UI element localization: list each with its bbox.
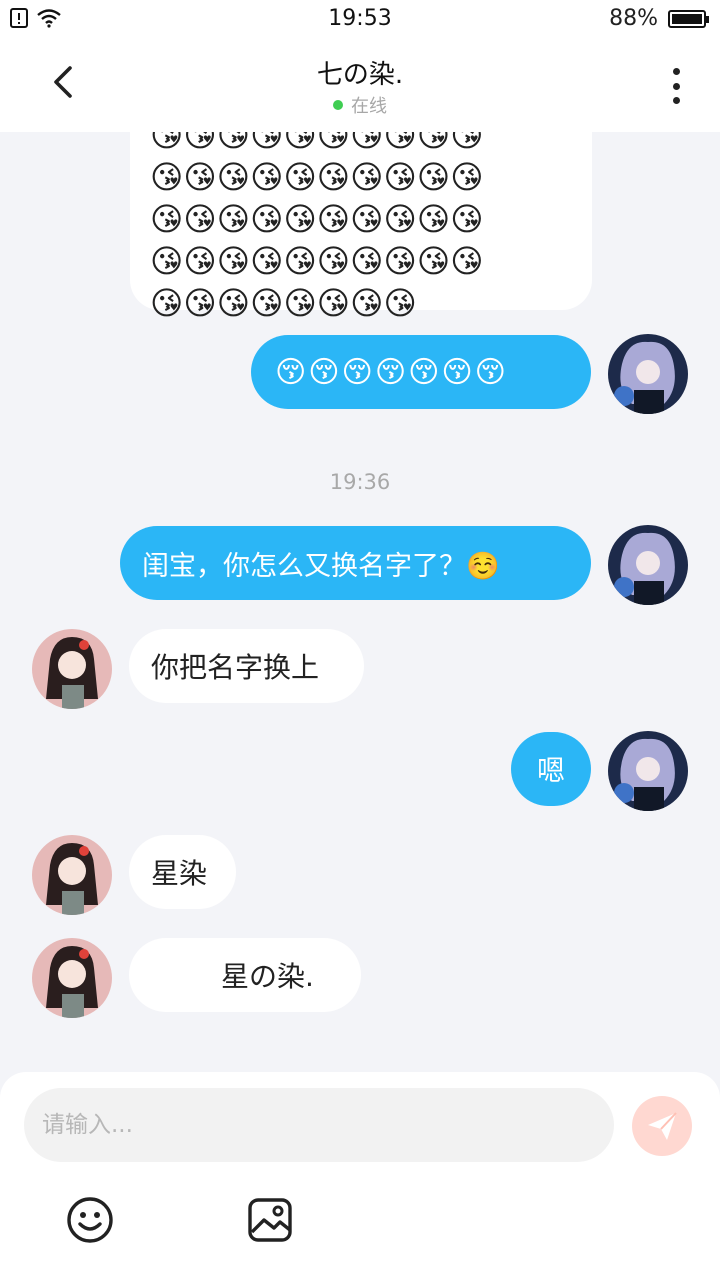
incoming-message[interactable]: 星染 — [129, 835, 236, 909]
smiley-icon — [67, 1197, 113, 1243]
emoji-row: 😘😘😘😘😘😘😘😘😘😘 — [150, 158, 484, 196]
image-button[interactable] — [246, 1196, 294, 1244]
more-button[interactable] — [670, 68, 682, 104]
outgoing-message[interactable]: 嗯 — [511, 732, 591, 806]
message-input[interactable] — [24, 1088, 614, 1162]
outgoing-message[interactable]: 😚😚😚😚😚😚😚 — [251, 335, 591, 409]
emoji-row: 😘😘😘😘😘😘😘😘 — [150, 284, 417, 322]
contact-name: 七の染. — [316, 60, 404, 90]
send-button[interactable] — [632, 1096, 692, 1156]
message-list[interactable]: 😘😘😘😘😘😘😘😘😘😘 😘😘😘😘😘😘😘😘😘😘 😘😘😘😘😘😘😘😘😘😘 😘😘😘😘😘😘😘… — [0, 132, 720, 1072]
online-dot — [333, 100, 343, 110]
contact-avatar[interactable] — [32, 629, 112, 709]
online-status: 在线 — [0, 92, 720, 118]
emoji-row: 😘😘😘😘😘😘😘😘😘😘 — [150, 200, 484, 238]
online-label: 在线 — [351, 96, 387, 117]
incoming-message[interactable]: 星の染. — [129, 938, 361, 1012]
status-right: 88% — [609, 6, 709, 31]
my-avatar[interactable] — [608, 334, 688, 414]
status-bar: 19:53 88% — [0, 0, 720, 38]
battery-percent: 88% — [609, 6, 658, 31]
my-avatar[interactable] — [608, 525, 688, 605]
more-vertical-icon — [672, 68, 680, 75]
chat-header: 七の染. 在线 — [0, 38, 720, 132]
my-avatar[interactable] — [608, 731, 688, 811]
battery-icon — [668, 9, 709, 28]
incoming-emoji-message[interactable]: 😘😘😘😘😘😘😘😘😘😘 😘😘😘😘😘😘😘😘😘😘 😘😘😘😘😘😘😘😘😘😘 😘😘😘😘😘😘😘… — [130, 132, 592, 322]
emoji-button[interactable] — [66, 1196, 114, 1244]
image-icon — [248, 1198, 292, 1242]
contact-avatar[interactable] — [32, 835, 112, 915]
timestamp: 19:36 — [329, 470, 391, 494]
message-composer — [0, 1072, 720, 1280]
incoming-message[interactable]: 你把名字换上 — [129, 629, 364, 703]
contact-avatar[interactable] — [32, 938, 112, 1018]
outgoing-message[interactable]: 闺宝，你怎么又换名字了？☺️ — [120, 526, 591, 600]
emoji-row: 😘😘😘😘😘😘😘😘😘😘 — [150, 132, 484, 154]
emoji-row: 😘😘😘😘😘😘😘😘😘😘 — [150, 242, 484, 280]
send-icon — [648, 1112, 677, 1140]
